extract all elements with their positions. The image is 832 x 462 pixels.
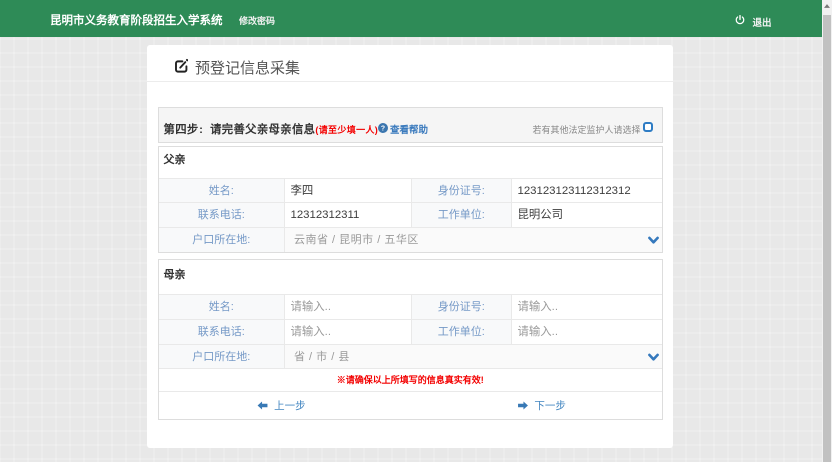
svg-text:?: ?	[380, 125, 384, 132]
